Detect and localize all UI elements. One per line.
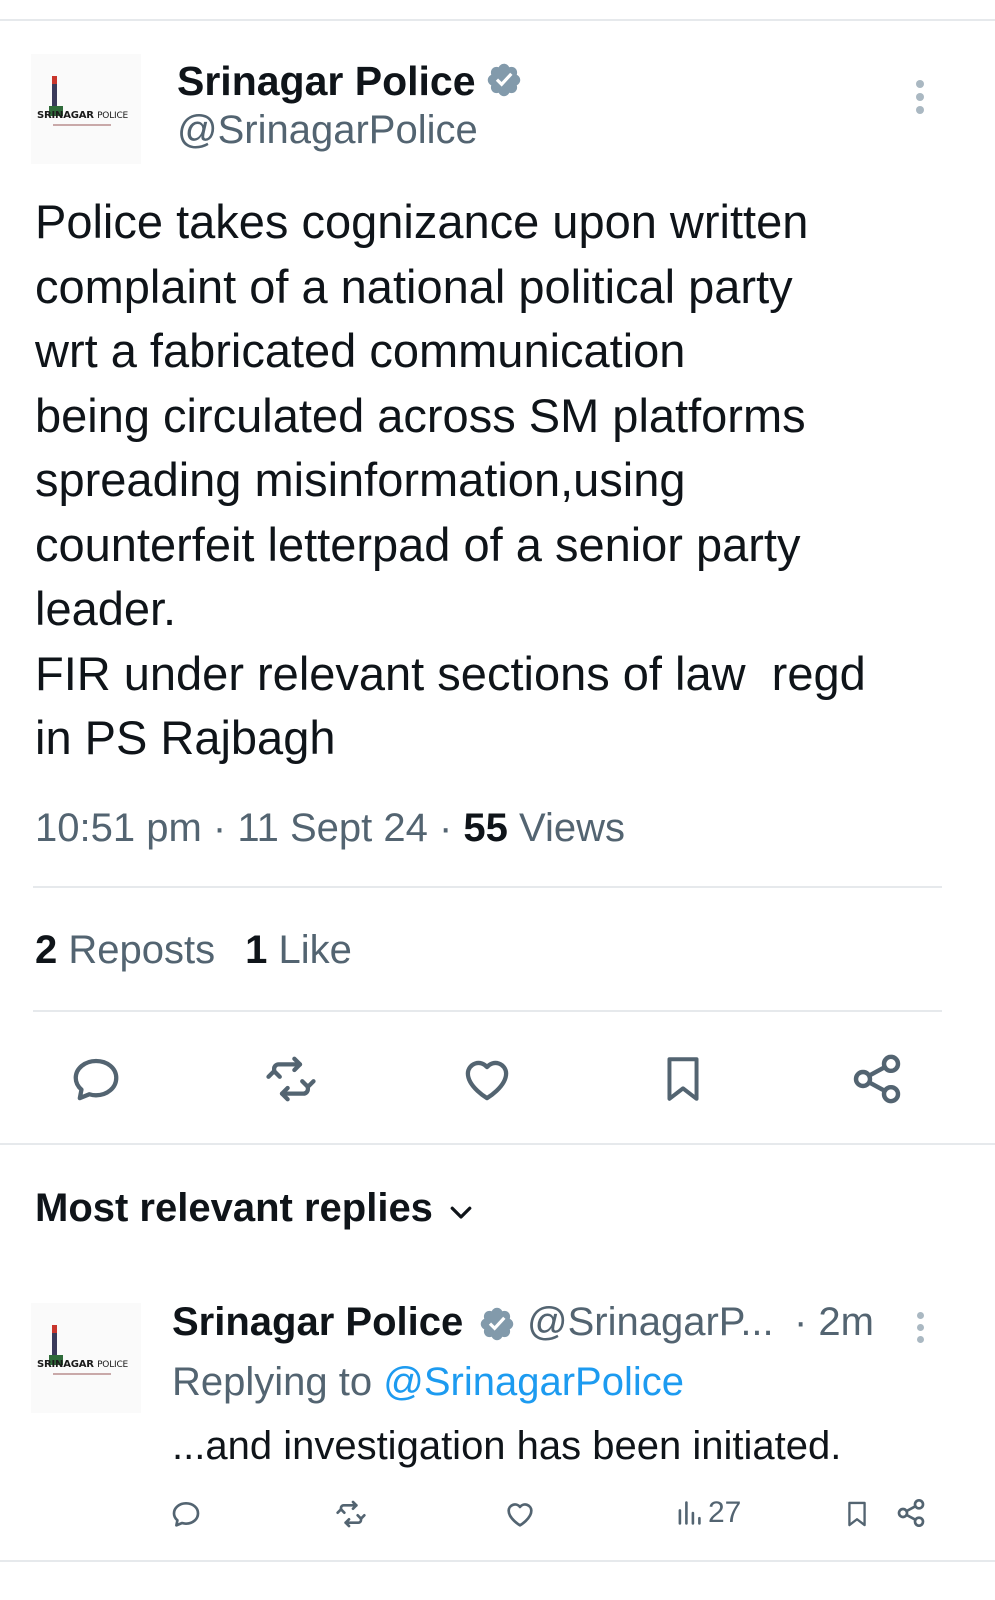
tweet-text-line: in PS Rajbagh [35, 711, 336, 764]
reply-author-avatar[interactable]: SRINAGAR POLICE [31, 1303, 141, 1413]
reply-repost-button[interactable] [334, 1498, 368, 1530]
views-chart-icon [678, 1501, 701, 1525]
share-button[interactable] [848, 1050, 906, 1108]
meta-divider [33, 886, 942, 888]
bottom-divider [0, 1560, 995, 1562]
reply-text: ...and investigation has been initiated. [172, 1424, 842, 1468]
reply-author-handle[interactable]: @SrinagarP... [527, 1300, 774, 1345]
reply-button[interactable] [66, 1052, 126, 1106]
reply-like-button[interactable] [503, 1498, 537, 1530]
tweet-text-line: being circulated across SM platforms [35, 388, 806, 442]
reply-bookmark-button[interactable] [843, 1497, 871, 1531]
section-divider [0, 1143, 995, 1145]
top-divider [0, 19, 995, 21]
author-avatar[interactable]: SRINAGAR POLICE [31, 54, 141, 164]
police-logo-emblem [52, 1325, 57, 1355]
tweet-text-line: Police takes cognizance upon written [35, 195, 809, 248]
avatar-logo-text: SRINAGAR POLICE [37, 1359, 129, 1370]
avatar-logo-text: SRINAGAR POLICE [37, 110, 129, 121]
views-count: 55 [463, 806, 508, 850]
reply-icon [172, 1502, 200, 1527]
reply-time[interactable]: · 2m [794, 1300, 874, 1345]
chevron-down-icon[interactable] [446, 1197, 476, 1227]
tweet-time[interactable]: 10:51 pm [35, 806, 202, 850]
replies-sort-title[interactable]: Most relevant replies [35, 1186, 433, 1231]
tweet-text-line: spreading misinformation,using [35, 453, 686, 506]
tweet-text-line: FIR under relevant sections of law regd [35, 646, 866, 700]
verified-badge-icon [480, 1307, 514, 1341]
bookmark-icon [667, 1057, 699, 1101]
share-icon [853, 1054, 901, 1104]
police-logo-emblem [52, 76, 57, 106]
verified-badge-icon [487, 63, 521, 97]
replying-to-link[interactable]: @SrinagarPolice [383, 1360, 684, 1404]
stats-divider [33, 1010, 942, 1012]
replying-to-prefix: Replying to [172, 1360, 384, 1404]
heart-icon [507, 1503, 533, 1527]
author-name[interactable]: Srinagar Police [177, 58, 476, 105]
reply-author-name[interactable]: Srinagar Police [172, 1300, 463, 1344]
reply-reply-button[interactable] [170, 1498, 202, 1530]
tweet-meta: 10:51 pm · 11 Sept 24 · 55 Views [35, 806, 626, 850]
likes-stat[interactable]: 1 Like [245, 928, 352, 972]
like-button[interactable] [457, 1052, 517, 1106]
bookmark-button[interactable] [655, 1050, 711, 1108]
more-options-icon[interactable] [914, 80, 926, 119]
tweet-text-line: leader. [35, 582, 177, 635]
views-label: Views [519, 806, 626, 850]
repost-icon [336, 1500, 366, 1528]
tweet-text-line: wrt a fabricated communication [35, 324, 686, 377]
avatar-logo-subline [53, 124, 111, 126]
reply-views-button[interactable]: 27 [676, 1496, 741, 1530]
heart-icon [465, 1060, 509, 1101]
reply-views-count: 27 [708, 1496, 742, 1529]
reply-more-options-icon[interactable] [914, 1312, 926, 1348]
repost-button[interactable] [259, 1052, 323, 1106]
reply-share-button[interactable] [895, 1497, 927, 1529]
reposts-stat[interactable]: 2 Reposts [35, 928, 215, 972]
repost-icon [266, 1056, 316, 1102]
author-handle[interactable]: @SrinagarPolice [177, 108, 478, 153]
share-icon [897, 1499, 925, 1527]
tweet-date[interactable]: 11 Sept 24 [237, 806, 428, 850]
tweet-text-line: complaint of a national political party [35, 259, 793, 313]
bookmark-icon [848, 1501, 866, 1527]
engagement-stats: 2 Reposts 1 Like [35, 928, 352, 973]
reply-icon [73, 1058, 119, 1101]
replying-to: Replying to @SrinagarPolice [172, 1360, 684, 1405]
tweet-text: Police takes cognizance upon written com… [35, 190, 935, 771]
tweet-text-line: counterfeit letterpad of a senior party [35, 517, 801, 571]
avatar-logo-subline [53, 1373, 111, 1375]
reply-header: Srinagar Police [172, 1300, 463, 1345]
